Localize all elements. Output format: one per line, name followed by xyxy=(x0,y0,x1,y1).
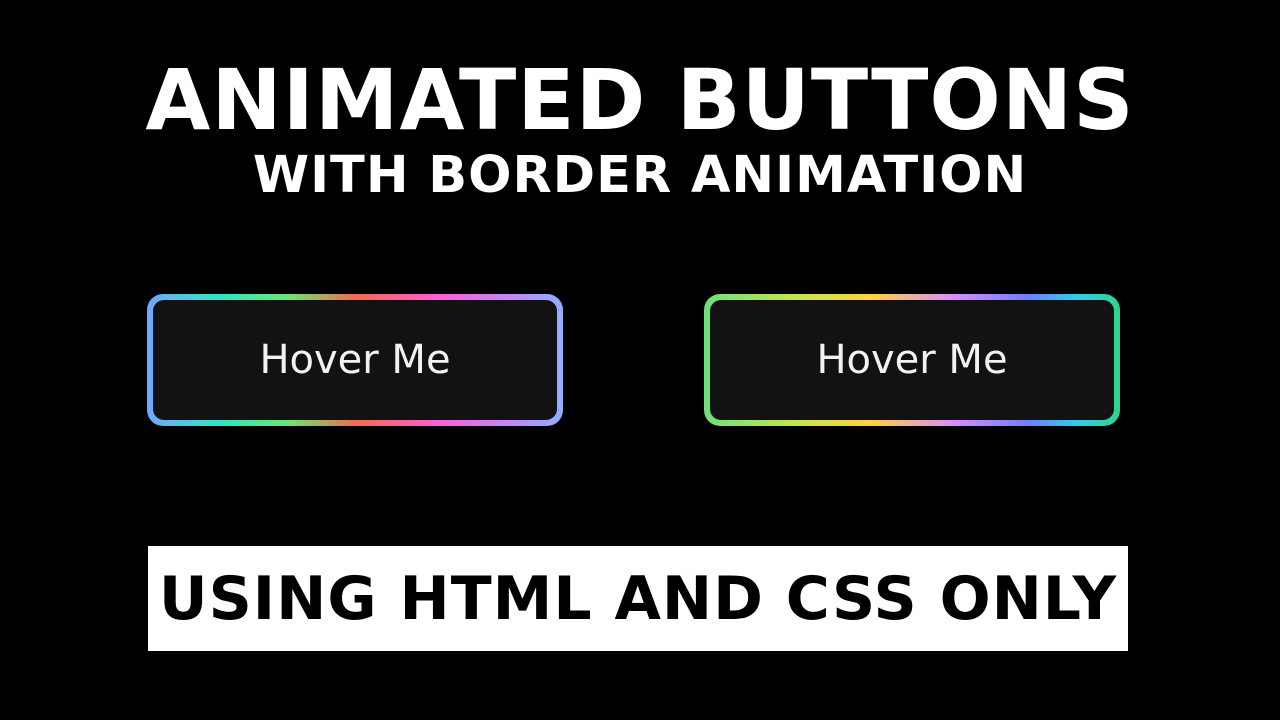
bottom-banner: USING HTML AND CSS ONLY xyxy=(148,546,1128,651)
gradient-border-left: Hover Me xyxy=(147,294,563,426)
banner-text: USING HTML AND CSS ONLY xyxy=(158,563,1118,634)
page-title: ANIMATED BUTTONS xyxy=(145,51,1135,149)
thumbnail-canvas: ANIMATED BUTTONS WITH BORDER ANIMATION H… xyxy=(0,0,1280,720)
hover-me-button-left[interactable]: Hover Me xyxy=(153,300,557,420)
page-subtitle: WITH BORDER ANIMATION xyxy=(252,146,1028,205)
hover-me-button-right[interactable]: Hover Me xyxy=(710,300,1114,420)
gradient-border-right: Hover Me xyxy=(704,294,1120,426)
